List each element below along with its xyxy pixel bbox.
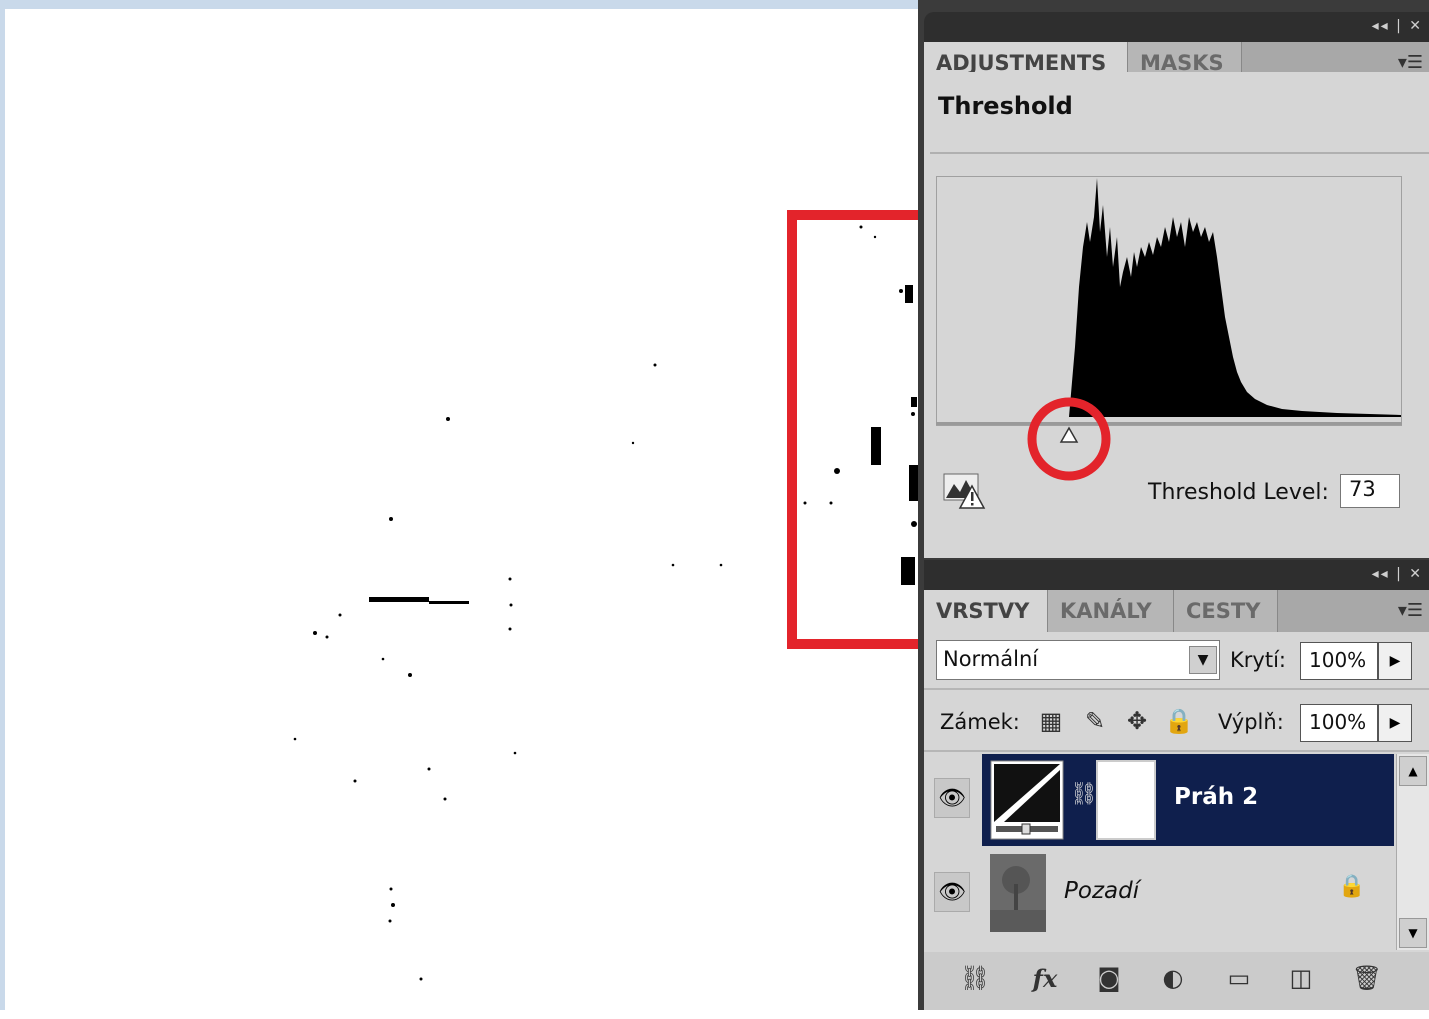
blend-mode-value: Normální xyxy=(943,647,1039,671)
adjustment-icon[interactable]: ◐ xyxy=(1156,964,1190,992)
lock-transparency-icon[interactable]: ▦ xyxy=(1036,706,1066,736)
tab-layers[interactable]: VRSTVY xyxy=(924,590,1048,632)
lock-label: Zámek: xyxy=(940,710,1020,734)
layer-main-selected[interactable]: ⛓ Práh 2 xyxy=(982,754,1394,846)
layer-thumbnail xyxy=(990,854,1046,932)
layer-name[interactable]: Práh 2 xyxy=(1174,784,1258,810)
layer-main[interactable]: Pozadí 🔒 xyxy=(982,848,1394,940)
divider xyxy=(924,750,1429,752)
lock-all-icon[interactable]: 🔒 xyxy=(1164,706,1194,736)
layer-row-background[interactable]: 👁 Pozadí 🔒 xyxy=(924,848,1394,940)
adjustment-title: Threshold xyxy=(938,92,1073,120)
opacity-arrow-icon[interactable]: ▶ xyxy=(1378,642,1412,680)
new-layer-icon[interactable]: ◫ xyxy=(1284,964,1318,992)
fill-arrow-icon[interactable]: ▶ xyxy=(1378,704,1412,742)
chevron-down-icon[interactable]: ▼ xyxy=(1189,646,1217,674)
layers-scrollbar[interactable]: ▲ ▼ xyxy=(1396,754,1429,950)
layer-mask-thumbnail[interactable] xyxy=(1096,760,1156,840)
fill-label: Výplň: xyxy=(1218,710,1284,734)
threshold-level-label: Threshold Level: xyxy=(1148,480,1329,505)
tab-paths[interactable]: CESTY xyxy=(1174,590,1278,632)
layer-row-threshold[interactable]: 👁 ⛓ Práh 2 xyxy=(924,754,1394,846)
adjustments-panel-titlebar[interactable]: ◂◂ | ✕ xyxy=(924,12,1429,42)
panel-menu-icon[interactable]: ▾☰ xyxy=(1398,52,1423,73)
panel-menu-icon[interactable]: ▾☰ xyxy=(1398,600,1423,621)
lock-icon: 🔒 xyxy=(1338,874,1366,899)
warning-icon[interactable] xyxy=(942,470,986,510)
link-icon[interactable]: ⛓ xyxy=(1070,782,1098,807)
folder-icon[interactable]: ▭ xyxy=(1222,964,1256,992)
layer-name[interactable]: Pozadí xyxy=(1064,878,1139,904)
threshold-track xyxy=(936,422,1402,425)
layers-bottom-toolbar: ⛓ fx ◙ ◐ ▭ ◫ 🗑 xyxy=(924,952,1429,1010)
mask-icon[interactable]: ◙ xyxy=(1092,964,1126,992)
histogram xyxy=(936,176,1402,426)
opacity-label: Krytí: xyxy=(1230,648,1286,672)
lock-position-icon[interactable]: ✥ xyxy=(1122,706,1152,736)
image-canvas[interactable] xyxy=(0,0,923,1010)
opacity-input[interactable]: 100% xyxy=(1300,642,1378,680)
scroll-down-icon[interactable]: ▼ xyxy=(1399,918,1427,948)
fx-icon[interactable]: fx xyxy=(1028,964,1062,993)
threshold-level-input[interactable]: 73 xyxy=(1340,474,1400,508)
adjustment-layer-thumbnail-icon xyxy=(990,760,1064,840)
eye-icon[interactable]: 👁 xyxy=(934,872,970,912)
tab-channels[interactable]: KANÁLY xyxy=(1048,590,1174,632)
collapse-close-icon[interactable]: ◂◂ | ✕ xyxy=(1372,18,1423,34)
layers-panel: Normální ▼ Krytí: 100% ▶ Zámek: ▦ ✎ ✥ 🔒 … xyxy=(924,632,1429,1010)
eye-icon[interactable]: 👁 xyxy=(934,778,970,818)
trash-icon[interactable]: 🗑 xyxy=(1350,964,1384,992)
fill-input[interactable]: 100% xyxy=(1300,704,1378,742)
collapse-close-icon[interactable]: ◂◂ | ✕ xyxy=(1372,566,1423,582)
histogram-shape xyxy=(1069,178,1401,417)
lock-pixels-icon[interactable]: ✎ xyxy=(1080,706,1110,736)
highlight-circle xyxy=(1027,397,1111,481)
adjustments-panel: Threshold Threshold Level: 73 xyxy=(924,72,1429,558)
threshold-image xyxy=(293,210,923,981)
blend-mode-select[interactable]: Normální ▼ xyxy=(936,640,1220,680)
scroll-up-icon[interactable]: ▲ xyxy=(1399,756,1427,786)
link-icon[interactable]: ⛓ xyxy=(958,964,992,992)
divider xyxy=(924,688,1429,690)
layers-tabs: VRSTVY KANÁLY CESTY ▾☰ xyxy=(924,590,1429,632)
divider xyxy=(930,152,1429,154)
panels-dock: ◂◂ | ✕ ADJUSTMENTS MASKS ▾☰ Threshold Th… xyxy=(918,0,1429,1010)
layers-panel-titlebar[interactable]: ◂◂ | ✕ xyxy=(924,560,1429,592)
